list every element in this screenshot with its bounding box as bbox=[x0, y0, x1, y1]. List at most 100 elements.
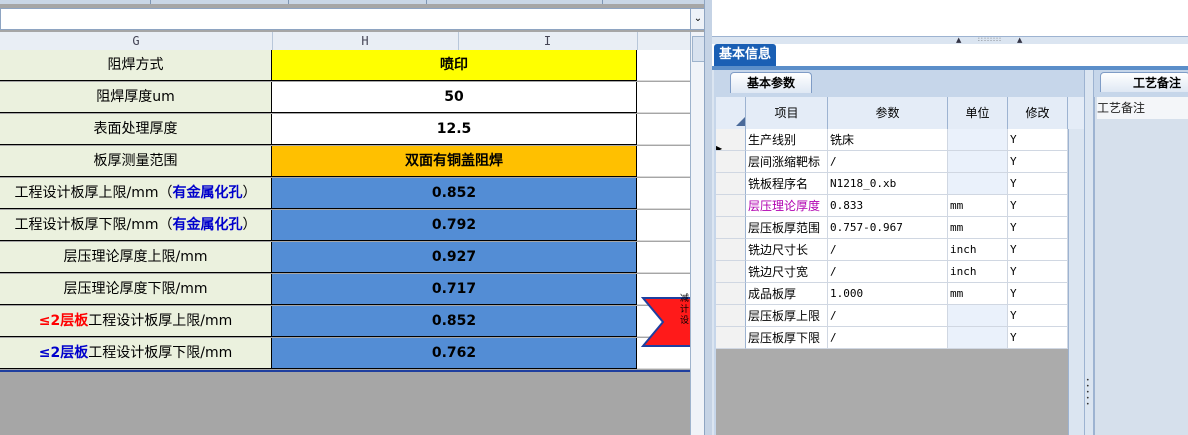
row-selector[interactable] bbox=[716, 151, 746, 173]
column-header-modify[interactable]: 修改 bbox=[1008, 97, 1068, 129]
grip-handle-icon[interactable]: :::::::: bbox=[960, 37, 1020, 43]
row-label-cell[interactable]: 层压理论厚度上限/mm bbox=[0, 242, 272, 273]
param-modify-cell[interactable]: Y bbox=[1008, 283, 1068, 305]
table-row[interactable]: 层间涨缩靶标 / Y bbox=[716, 151, 1084, 173]
tab-process-notes[interactable]: 工艺备注 bbox=[1100, 72, 1188, 92]
param-item-cell[interactable]: 生产线别 bbox=[746, 129, 828, 151]
table-row[interactable]: 层压理论厚度 0.833 mm Y bbox=[716, 195, 1084, 217]
row-selector[interactable] bbox=[716, 283, 746, 305]
table-row[interactable]: ▶ 生产线别 铣床 Y bbox=[716, 129, 1084, 151]
empty-cell[interactable] bbox=[637, 178, 690, 209]
row-value-cell[interactable]: 0.792 bbox=[272, 210, 637, 241]
panel-splitter[interactable] bbox=[712, 36, 1188, 44]
table-row[interactable]: 层压板厚下限 / Y bbox=[716, 327, 1084, 349]
row-label-cell[interactable]: 工程设计板厚上限/mm（有金属化孔） bbox=[0, 178, 272, 209]
row-label-cell[interactable]: 层压理论厚度下限/mm bbox=[0, 274, 272, 305]
param-item-cell[interactable]: 铣板程序名 bbox=[746, 173, 828, 195]
empty-cell[interactable] bbox=[637, 210, 690, 241]
table-row[interactable]: 层压板厚范围 0.757-0.967 mm Y bbox=[716, 217, 1084, 239]
row-label-cell[interactable]: 板厚测量范围 bbox=[0, 146, 272, 177]
param-modify-cell[interactable]: Y bbox=[1008, 305, 1068, 327]
row-label-cell[interactable]: ≤2层板工程设计板厚下限/mm bbox=[0, 338, 272, 369]
param-unit-cell[interactable]: mm bbox=[948, 283, 1008, 305]
param-item-cell[interactable]: 层压板厚范围 bbox=[746, 217, 828, 239]
param-unit-cell[interactable] bbox=[948, 173, 1008, 195]
param-unit-cell[interactable]: inch bbox=[948, 239, 1008, 261]
param-item-cell-highlighted[interactable]: 层压理论厚度 bbox=[746, 195, 828, 217]
param-modify-cell[interactable]: Y bbox=[1008, 239, 1068, 261]
table-row[interactable]: 铣边尺寸宽 / inch Y bbox=[716, 261, 1084, 283]
param-item-cell[interactable]: 层压板厚下限 bbox=[746, 327, 828, 349]
param-unit-cell[interactable]: inch bbox=[948, 261, 1008, 283]
row-value-cell[interactable]: 12.5 bbox=[272, 114, 637, 145]
process-notes-box[interactable]: 工艺备注 bbox=[1094, 97, 1188, 435]
column-header-h[interactable]: H bbox=[272, 32, 459, 50]
column-header-i[interactable]: I bbox=[458, 32, 638, 50]
param-value-cell[interactable]: 0.833 bbox=[828, 195, 948, 217]
param-unit-cell[interactable] bbox=[948, 305, 1008, 327]
row-label-cell[interactable]: ≤2层板工程设计板厚上限/mm bbox=[0, 306, 272, 337]
table-row[interactable]: 铣边尺寸长 / inch Y bbox=[716, 239, 1084, 261]
row-value-cell[interactable]: 0.717 bbox=[272, 274, 637, 305]
row-selector[interactable] bbox=[716, 239, 746, 261]
row-value-cell[interactable]: 0.927 bbox=[272, 242, 637, 273]
param-value-cell[interactable]: / bbox=[828, 151, 948, 173]
param-modify-cell[interactable]: Y bbox=[1008, 151, 1068, 173]
param-value-cell[interactable]: 铣床 bbox=[828, 129, 948, 151]
collapse-up-icon[interactable]: ▲ bbox=[1017, 36, 1022, 44]
param-modify-cell[interactable]: Y bbox=[1008, 261, 1068, 283]
row-label-cell[interactable]: 表面处理厚度 bbox=[0, 114, 272, 145]
empty-cell[interactable] bbox=[637, 82, 690, 113]
table-row[interactable]: 成品板厚 1.000 mm Y bbox=[716, 283, 1084, 305]
row-label-cell[interactable]: 阻焊厚度um bbox=[0, 82, 272, 113]
param-item-cell[interactable]: 成品板厚 bbox=[746, 283, 828, 305]
param-value-cell[interactable]: / bbox=[828, 239, 948, 261]
row-selector[interactable] bbox=[716, 305, 746, 327]
param-modify-cell[interactable]: Y bbox=[1008, 327, 1068, 349]
row-selector[interactable] bbox=[716, 261, 746, 283]
table-row[interactable]: 层压板厚上限 / Y bbox=[716, 305, 1084, 327]
param-item-cell[interactable]: 铣边尺寸长 bbox=[746, 239, 828, 261]
param-value-cell[interactable]: N1218_0.xb bbox=[828, 173, 948, 195]
param-item-cell[interactable]: 铣边尺寸宽 bbox=[746, 261, 828, 283]
param-modify-cell[interactable]: Y bbox=[1008, 173, 1068, 195]
param-value-cell[interactable]: 0.757-0.967 bbox=[828, 217, 948, 239]
empty-cell[interactable] bbox=[637, 114, 690, 145]
param-unit-cell[interactable] bbox=[948, 327, 1008, 349]
empty-cell[interactable] bbox=[637, 242, 690, 273]
param-unit-cell[interactable] bbox=[948, 129, 1008, 151]
row-selector[interactable] bbox=[716, 195, 746, 217]
row-value-cell[interactable]: 50 bbox=[272, 82, 637, 113]
tab-basic-info[interactable]: 基本信息 bbox=[714, 44, 776, 66]
empty-cell[interactable] bbox=[637, 146, 690, 177]
tab-basic-params[interactable]: 基本参数 bbox=[730, 72, 812, 93]
row-value-cell[interactable]: 喷印 bbox=[272, 50, 637, 81]
column-header-j[interactable] bbox=[637, 32, 690, 50]
param-grid-scrollbar[interactable] bbox=[1068, 129, 1085, 435]
param-value-cell[interactable]: 1.000 bbox=[828, 283, 948, 305]
row-selector[interactable]: ▶ bbox=[716, 129, 746, 151]
column-header-param[interactable]: 参数 bbox=[828, 97, 948, 129]
empty-cell[interactable] bbox=[637, 50, 690, 81]
formula-bar[interactable] bbox=[0, 8, 692, 30]
param-value-cell[interactable]: / bbox=[828, 327, 948, 349]
param-item-cell[interactable]: 层间涨缩靶标 bbox=[746, 151, 828, 173]
row-selector[interactable] bbox=[716, 217, 746, 239]
row-selector[interactable] bbox=[716, 173, 746, 195]
column-header-g[interactable]: G bbox=[0, 32, 273, 50]
param-value-cell[interactable]: / bbox=[828, 305, 948, 327]
param-value-cell[interactable]: / bbox=[828, 261, 948, 283]
table-row[interactable]: 铣板程序名 N1218_0.xb Y bbox=[716, 173, 1084, 195]
param-unit-cell[interactable] bbox=[948, 151, 1008, 173]
param-modify-cell[interactable]: Y bbox=[1008, 195, 1068, 217]
row-value-cell[interactable]: 双面有铜盖阻焊 bbox=[272, 146, 637, 177]
column-header-item[interactable]: 项目 bbox=[746, 97, 828, 129]
row-value-cell[interactable]: 0.852 bbox=[272, 178, 637, 209]
row-value-cell[interactable]: 0.852 bbox=[272, 306, 637, 337]
row-label-cell[interactable]: 阻焊方式 bbox=[0, 50, 272, 81]
param-unit-cell[interactable]: mm bbox=[948, 195, 1008, 217]
param-modify-cell[interactable]: Y bbox=[1008, 217, 1068, 239]
param-unit-cell[interactable]: mm bbox=[948, 217, 1008, 239]
row-label-cell[interactable]: 工程设计板厚下限/mm（有金属化孔） bbox=[0, 210, 272, 241]
param-modify-cell[interactable]: Y bbox=[1008, 129, 1068, 151]
